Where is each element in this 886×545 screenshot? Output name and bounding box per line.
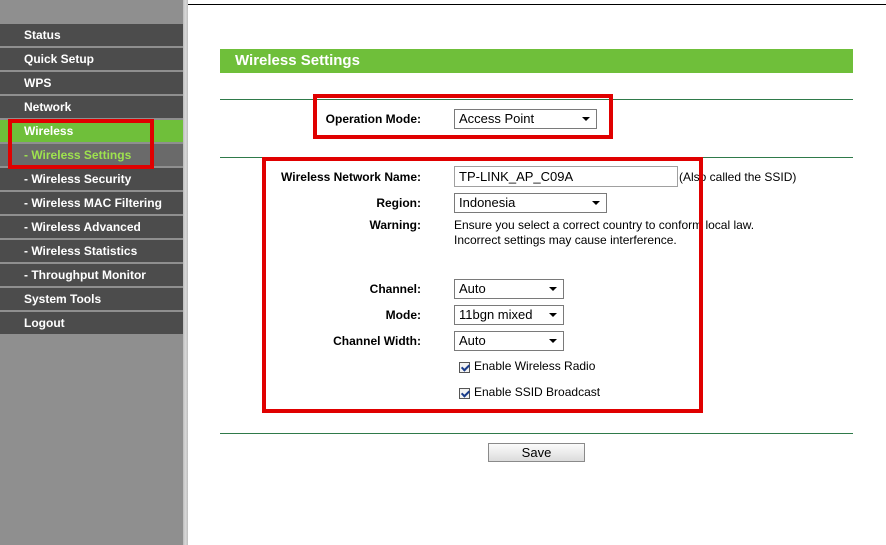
mode-select[interactable]: 11bgn mixed xyxy=(454,305,564,325)
region-value: Indonesia xyxy=(459,195,516,210)
channel-value: Auto xyxy=(459,281,486,296)
operation-mode-value: Access Point xyxy=(459,111,535,126)
sidebar-item-wireless-mac-filtering[interactable]: - Wireless MAC Filtering xyxy=(0,192,183,214)
enable-wireless-radio-label: Enable Wireless Radio xyxy=(474,359,596,373)
operation-mode-label: Operation Mode: xyxy=(325,112,421,126)
sidebar-item-quick-setup[interactable]: Quick Setup xyxy=(0,48,183,70)
channel-width-value: Auto xyxy=(459,333,486,348)
enable-ssid-broadcast-label: Enable SSID Broadcast xyxy=(474,385,601,399)
region-label: Region: xyxy=(376,196,421,210)
channel-width-select[interactable]: Auto xyxy=(454,331,564,351)
warning-label: Warning: xyxy=(369,218,421,232)
sidebar-item-wireless-settings[interactable]: - Wireless Settings xyxy=(0,144,183,166)
sidebar-item-wireless-security[interactable]: - Wireless Security xyxy=(0,168,183,190)
sidebar: Status Quick Setup WPS Network Wireless … xyxy=(0,0,183,545)
operation-mode-select[interactable]: Access Point xyxy=(454,109,597,129)
chevron-down-icon xyxy=(549,339,557,343)
divider-line xyxy=(220,99,853,100)
sidebar-item-wireless[interactable]: Wireless xyxy=(0,120,183,142)
sidebar-item-logout[interactable]: Logout xyxy=(0,312,183,334)
sidebar-item-wireless-advanced[interactable]: - Wireless Advanced xyxy=(0,216,183,238)
ssid-input[interactable]: TP-LINK_AP_C09A xyxy=(454,166,678,187)
sidebar-item-network[interactable]: Network xyxy=(0,96,183,118)
chevron-down-icon xyxy=(582,117,590,121)
page-title: Wireless Settings xyxy=(220,49,853,73)
chevron-down-icon xyxy=(549,313,557,317)
mode-value: 11bgn mixed xyxy=(459,307,533,322)
enable-wireless-radio-checkbox[interactable] xyxy=(459,362,470,373)
channel-width-label: Channel Width: xyxy=(333,334,421,348)
divider-line xyxy=(220,433,853,434)
sidebar-item-wps[interactable]: WPS xyxy=(0,72,183,94)
mode-label: Mode: xyxy=(385,308,421,322)
chevron-down-icon xyxy=(549,287,557,291)
ssid-label: Wireless Network Name: xyxy=(281,170,421,184)
top-border-line xyxy=(188,4,886,5)
warning-text-line2: Incorrect settings may cause interferenc… xyxy=(454,233,677,247)
channel-label: Channel: xyxy=(369,282,421,296)
ssid-note: (Also called the SSID) xyxy=(679,170,797,184)
sidebar-menu: Status Quick Setup WPS Network Wireless … xyxy=(0,24,183,336)
enable-ssid-broadcast-checkbox[interactable] xyxy=(459,388,470,399)
channel-select[interactable]: Auto xyxy=(454,279,564,299)
sidebar-item-system-tools[interactable]: System Tools xyxy=(0,288,183,310)
save-button[interactable]: Save xyxy=(488,443,585,462)
sidebar-item-status[interactable]: Status xyxy=(0,24,183,46)
divider-line xyxy=(220,157,853,158)
sidebar-divider xyxy=(183,0,188,545)
sidebar-item-wireless-statistics[interactable]: - Wireless Statistics xyxy=(0,240,183,262)
chevron-down-icon xyxy=(592,201,600,205)
sidebar-item-throughput-monitor[interactable]: - Throughput Monitor xyxy=(0,264,183,286)
region-select[interactable]: Indonesia xyxy=(454,193,607,213)
warning-text-line1: Ensure you select a correct country to c… xyxy=(454,218,755,232)
